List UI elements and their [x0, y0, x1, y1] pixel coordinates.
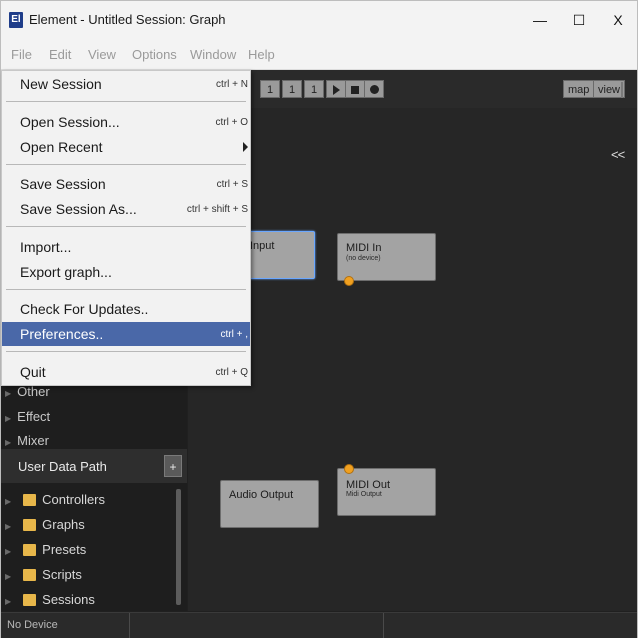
collapse-panel-button[interactable]: <<	[611, 147, 625, 162]
menu-open-recent[interactable]: Open Recent	[2, 135, 250, 159]
audio-output-node[interactable]: Audio Output	[220, 480, 319, 528]
menu-save-session[interactable]: Save Session ctrl + S	[2, 172, 250, 196]
stop-button[interactable]	[345, 80, 365, 98]
folder-graphs[interactable]: ▶ Graphs	[5, 517, 85, 532]
folder-icon	[23, 594, 37, 606]
menu-quit[interactable]: Quit ctrl + Q	[2, 360, 250, 384]
midi-out-node[interactable]: MIDI Out Midi Output	[337, 468, 436, 516]
menu-file[interactable]: File	[11, 47, 32, 62]
midi-out-input-port[interactable]	[344, 464, 354, 474]
app-logo-icon: El	[9, 12, 23, 28]
menu-save-session-as[interactable]: Save Session As... ctrl + shift + S	[2, 197, 250, 221]
record-icon	[369, 85, 379, 94]
graph-editor[interactable]	[188, 138, 637, 611]
tempo-counter-1[interactable]: 1	[260, 80, 280, 98]
node-title: MIDI In	[346, 242, 382, 254]
expand-arrow-icon: ▶	[5, 547, 12, 556]
app-window: El Element - Untitled Session: Graph — ☐…	[0, 0, 638, 638]
menu-window[interactable]: Window	[190, 47, 236, 62]
map-button[interactable]: map	[563, 80, 595, 98]
sidebar-scrollbar[interactable]	[176, 489, 181, 605]
menu-help[interactable]: Help	[248, 47, 275, 62]
expand-arrow-icon: ▶	[5, 389, 12, 398]
menu-preferences[interactable]: Preferences.. ctrl + ,	[2, 322, 250, 346]
window-title: Element - Untitled Session: Graph	[29, 12, 226, 27]
folder-icon	[23, 544, 37, 556]
stop-icon	[351, 86, 359, 94]
menu-export-graph[interactable]: Export graph...	[2, 260, 250, 284]
menu-separator	[6, 226, 246, 227]
node-subtitle: Midi Output	[346, 491, 382, 498]
category-mixer[interactable]: ▶ Mixer	[5, 433, 49, 447]
expand-arrow-icon: ▶	[5, 597, 12, 606]
node-title: Audio Output	[229, 489, 294, 501]
midi-in-output-port[interactable]	[344, 276, 354, 286]
node-subtitle: (no device)	[346, 255, 381, 262]
play-button[interactable]	[326, 80, 346, 98]
menu-edit[interactable]: Edit	[49, 47, 71, 62]
status-divider	[383, 613, 384, 638]
menu-import[interactable]: Import...	[2, 235, 250, 259]
user-data-path-header: User Data Path +	[1, 449, 187, 483]
status-bar: No Device	[1, 612, 637, 638]
menu-view[interactable]: View	[88, 47, 116, 62]
folder-icon	[23, 494, 37, 506]
menu-bar: File Edit View Options Window Help	[1, 39, 637, 70]
folder-sessions[interactable]: ▶ Sessions	[5, 592, 95, 607]
folder-icon	[23, 519, 37, 531]
add-path-button[interactable]: +	[164, 455, 182, 477]
menu-options[interactable]: Options	[132, 47, 177, 62]
expand-arrow-icon: ▶	[5, 572, 12, 581]
tempo-counter-2[interactable]: 1	[282, 80, 302, 98]
menu-new-session[interactable]: New Session ctrl + N	[2, 72, 250, 96]
expand-arrow-icon: ▶	[5, 438, 12, 447]
node-title: MIDI Out	[346, 479, 391, 491]
menu-separator	[6, 289, 246, 290]
menu-separator	[6, 164, 246, 165]
file-menu-dropdown: New Session ctrl + N Open Session... ctr…	[1, 70, 251, 386]
submenu-arrow-icon	[243, 142, 248, 152]
user-data-path-title: User Data Path	[18, 459, 107, 474]
expand-arrow-icon: ▶	[5, 497, 12, 506]
menu-separator	[6, 351, 246, 352]
play-icon	[332, 85, 340, 95]
menu-open-session[interactable]: Open Session... ctrl + O	[2, 110, 250, 134]
folder-presets[interactable]: ▶ Presets	[5, 542, 86, 557]
close-button[interactable]: X	[595, 1, 638, 39]
menu-separator	[6, 101, 246, 102]
expand-arrow-icon: ▶	[5, 414, 12, 423]
node-title: Input	[250, 240, 275, 252]
status-divider	[129, 613, 130, 638]
folder-icon	[23, 569, 37, 581]
tempo-counter-3[interactable]: 1	[304, 80, 324, 98]
device-status: No Device	[7, 619, 58, 631]
expand-arrow-icon: ▶	[5, 522, 12, 531]
folder-scripts[interactable]: ▶ Scripts	[5, 567, 82, 582]
midi-in-node[interactable]: MIDI In (no device)	[337, 233, 436, 281]
category-effect[interactable]: ▶ Effect	[5, 409, 50, 424]
category-other[interactable]: ▶ Other	[5, 384, 50, 399]
toolbar-grip	[621, 82, 623, 98]
record-button[interactable]	[364, 80, 384, 98]
menu-check-updates[interactable]: Check For Updates..	[2, 297, 250, 321]
title-bar: El Element - Untitled Session: Graph — ☐…	[1, 1, 637, 39]
folder-controllers[interactable]: ▶ Controllers	[5, 492, 105, 507]
